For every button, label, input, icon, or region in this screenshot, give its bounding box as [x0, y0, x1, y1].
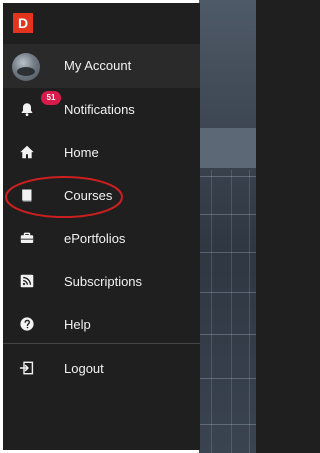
sidebar-item-my-account[interactable]: My Account	[3, 44, 200, 88]
menu-divider	[3, 343, 200, 344]
help-icon	[17, 314, 37, 334]
background-building-photo	[199, 0, 256, 453]
rss-icon	[17, 271, 37, 291]
avatar	[12, 53, 40, 81]
sidebar-item-eportfolios[interactable]: ePortfolios	[3, 217, 200, 260]
sidebar-item-label: Notifications	[64, 102, 135, 117]
logout-icon	[17, 358, 37, 378]
sidebar-item-logout[interactable]: Logout	[3, 347, 200, 390]
sidebar-item-label: My Account	[64, 58, 132, 73]
sidebar-item-label: Courses	[64, 188, 113, 203]
sidebar-item-label: Logout	[64, 361, 104, 376]
sidebar-item-subscriptions[interactable]: Subscriptions	[3, 260, 200, 303]
sidebar-item-courses[interactable]: Courses	[3, 174, 200, 217]
sidebar-item-label: Home	[64, 145, 99, 160]
notification-badge: 51	[41, 91, 61, 105]
navigation-sidebar: D My Account 51 Notifications Home Cours…	[3, 3, 200, 450]
brand-logo[interactable]: D	[13, 13, 33, 33]
book-icon	[17, 185, 37, 205]
home-icon	[17, 142, 37, 162]
sidebar-item-label: Help	[64, 317, 91, 332]
sidebar-item-home[interactable]: Home	[3, 131, 200, 174]
briefcase-icon	[17, 228, 37, 248]
screenshot-frame: D My Account 51 Notifications Home Cours…	[0, 0, 256, 453]
bell-icon: 51	[17, 91, 61, 119]
sidebar-item-help[interactable]: Help	[3, 303, 200, 346]
sidebar-item-label: Subscriptions	[64, 274, 143, 289]
sidebar-item-label: ePortfolios	[64, 231, 126, 246]
sidebar-item-notifications[interactable]: 51 Notifications	[3, 88, 200, 131]
